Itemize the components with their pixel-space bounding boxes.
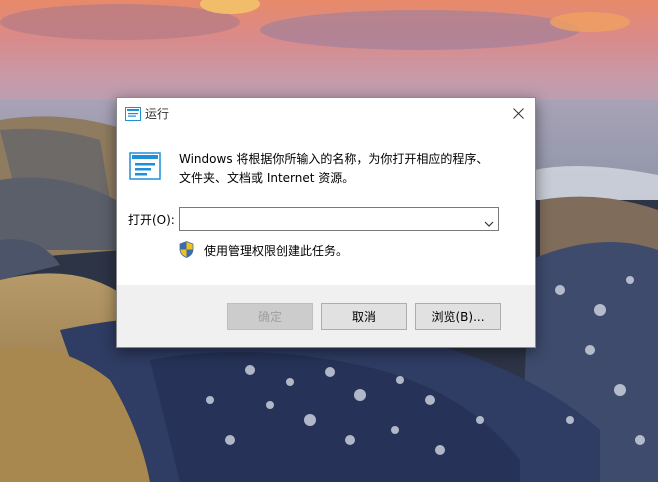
cancel-button[interactable]: 取消 [321, 303, 407, 330]
close-icon [512, 107, 524, 119]
run-program-icon [129, 152, 161, 180]
close-button[interactable] [501, 98, 535, 128]
run-icon [125, 106, 141, 121]
dialog-title: 运行 [145, 107, 170, 121]
dialog-content: Windows 将根据你所输入的名称，为你打开相应的程序、 文件夹、文档或 In… [117, 128, 535, 285]
description-line-1: Windows 将根据你所输入的名称，为你打开相应的程序、 [179, 152, 489, 166]
run-dialog: 运行 Windows 将根据你所输入的名称，为你打开相应的程序、 文件夹、文档或… [116, 97, 536, 348]
description-line-2: 文件夹、文档或 Internet 资源。 [179, 171, 355, 185]
dialog-description: Windows 将根据你所输入的名称，为你打开相应的程序、 文件夹、文档或 In… [179, 150, 519, 188]
uac-shield-icon [179, 241, 194, 258]
browse-button[interactable]: 浏览(B)... [415, 303, 501, 330]
open-input[interactable] [183, 210, 473, 228]
ok-button[interactable]: 确定 [227, 303, 313, 330]
admin-note: 使用管理权限创建此任务。 [204, 244, 349, 258]
title-bar[interactable]: 运行 [117, 98, 535, 128]
chevron-down-icon[interactable] [484, 214, 494, 227]
open-combobox[interactable] [179, 207, 499, 231]
open-label: 打开(O): [128, 213, 175, 227]
